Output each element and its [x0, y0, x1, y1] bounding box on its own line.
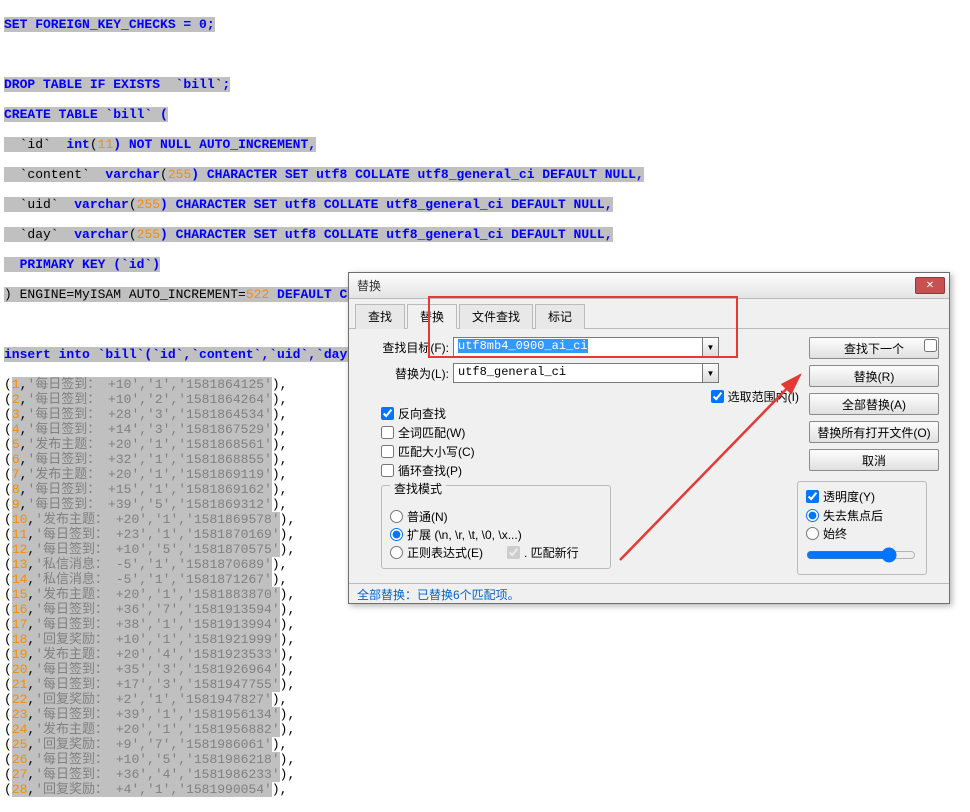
- transparency-group: 透明度(Y) 失去焦点后 始终: [797, 481, 927, 575]
- dialog-statusbar: 全部替换：已替换6个匹配项。: [349, 583, 949, 603]
- code-line: (28,'回复奖励： +4','1','1581990054'),: [4, 782, 966, 797]
- search-mode-group: 查找模式 普通(N) 扩展 (\n, \r, \t, \0, \x...) 正则…: [381, 485, 611, 569]
- tab-mark[interactable]: 标记: [535, 304, 585, 329]
- tab-replace[interactable]: 替换: [407, 304, 457, 329]
- code-line: (23,'每日签到： +39','1','1581956134'),: [4, 707, 966, 722]
- dialog-titlebar[interactable]: 替换 ✕: [349, 273, 949, 299]
- code-line: (21,'每日签到： +17','3','1581947755'),: [4, 677, 966, 692]
- code-line: (27,'每日签到： +36','4','1581986233'),: [4, 767, 966, 782]
- cancel-button[interactable]: 取消: [809, 449, 939, 471]
- code-line: (22,'回复奖励： +2','1','1581947827'),: [4, 692, 966, 707]
- replace-input[interactable]: utf8_general_ci: [453, 363, 703, 383]
- replace-dialog: 替换 ✕ 查找 替换 文件查找 标记 查找目标(F): utf8mb4_0900…: [348, 272, 950, 604]
- mode-normal[interactable]: 普通(N): [390, 508, 602, 525]
- code-line: (19,'发布主题： +20','4','1581923533'),: [4, 647, 966, 662]
- code-line: SET FOREIGN_KEY_CHECKS = 0;: [4, 17, 215, 32]
- dialog-tabs: 查找 替换 文件查找 标记: [349, 299, 949, 329]
- transparency-always[interactable]: 始终: [806, 525, 918, 542]
- replace-label: 替换为(L):: [359, 365, 449, 382]
- dot-newline-check[interactable]: . 匹配新行: [507, 544, 579, 561]
- code-line: (25,'回复奖励： +9','7','1581986061'),: [4, 737, 966, 752]
- close-icon: ✕: [926, 280, 934, 291]
- mode-regex[interactable]: 正则表达式(E) . 匹配新行: [390, 544, 602, 561]
- code-line: (18,'回复奖励： +10','1','1581921999'),: [4, 632, 966, 647]
- replace-all-open-button[interactable]: 替换所有打开文件(O): [809, 421, 939, 443]
- replace-history-dropdown[interactable]: ▼: [703, 363, 719, 383]
- code-line: DROP TABLE IF EXISTS `bill`;: [4, 77, 230, 92]
- tab-find[interactable]: 查找: [355, 304, 405, 329]
- code-line: (26,'每日签到： +10','5','1581986218'),: [4, 752, 966, 767]
- code-line: (16,'每日签到： +36','7','1581913594'),: [4, 602, 966, 617]
- find-next-button[interactable]: 查找下一个: [809, 337, 939, 359]
- replace-all-button[interactable]: 全部替换(A): [809, 393, 939, 415]
- in-selection-check[interactable]: 选取范围内(I): [711, 388, 799, 405]
- code-line: CREATE TABLE `bill` (: [4, 107, 168, 122]
- transparency-onlose[interactable]: 失去焦点后: [806, 507, 918, 524]
- code-line: (20,'每日签到： +35','3','1581926964'),: [4, 662, 966, 677]
- dialog-title: 替换: [357, 277, 915, 294]
- code-line: (24,'发布主题： +20','1','1581956882'),: [4, 722, 966, 737]
- replace-button[interactable]: 替换(R): [809, 365, 939, 387]
- code-line: (17,'每日签到： +38','1','1581913994'),: [4, 617, 966, 632]
- close-button[interactable]: ✕: [915, 277, 945, 294]
- transparency-check[interactable]: 透明度(Y): [806, 488, 918, 505]
- transparency-slider[interactable]: [806, 547, 916, 563]
- tab-find-in-files[interactable]: 文件查找: [459, 304, 533, 329]
- find-input[interactable]: utf8mb4_0900_ai_ci: [453, 337, 703, 357]
- find-history-dropdown[interactable]: ▼: [703, 337, 719, 357]
- pin-checkbox[interactable]: [924, 339, 937, 352]
- find-label: 查找目标(F):: [359, 339, 449, 356]
- mode-extended[interactable]: 扩展 (\n, \r, \t, \0, \x...): [390, 526, 602, 543]
- code-line: PRIMARY KEY (`id`): [4, 257, 160, 272]
